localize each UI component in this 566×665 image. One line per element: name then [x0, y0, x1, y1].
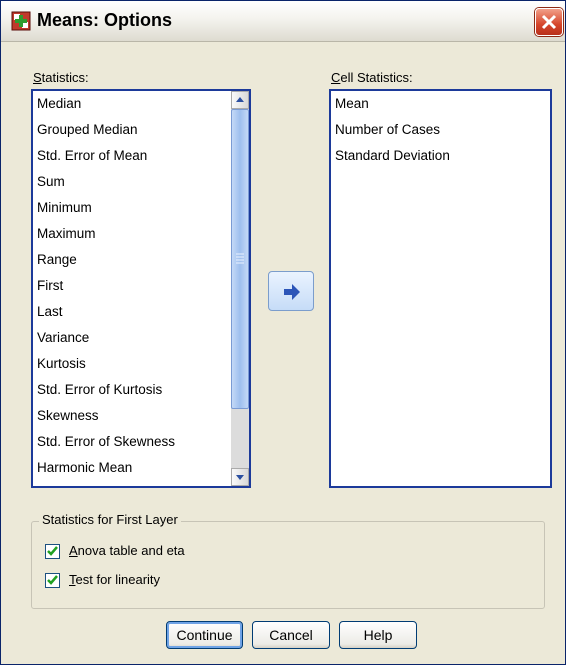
statistics-item[interactable]: Harmonic Mean — [33, 455, 249, 481]
cell-statistics-item[interactable]: Standard Deviation — [331, 143, 550, 169]
anova-checkbox[interactable] — [45, 544, 60, 559]
statistics-items: Median Grouped Median Std. Error of Mean Su… — [33, 91, 249, 481]
arrow-right-icon — [284, 284, 300, 300]
statistics-label-rest: tatistics: — [41, 70, 89, 85]
anova-label[interactable]: Anova table and eta — [69, 543, 185, 558]
arrow-down-icon — [236, 475, 244, 480]
scroll-thumb[interactable] — [231, 109, 249, 409]
statistics-label: Statistics: — [33, 70, 89, 85]
help-button[interactable]: Help — [339, 621, 417, 649]
statistics-list[interactable]: Median Grouped Median Std. Error of Mean Su… — [31, 89, 251, 488]
cell-statistics-item[interactable]: Number of Cases — [331, 117, 550, 143]
statistics-scrollbar[interactable] — [231, 91, 249, 486]
cell-statistics-items: Mean Number of Cases Standard Deviation — [331, 91, 550, 169]
statistics-item[interactable]: Last — [33, 299, 249, 325]
statistics-item[interactable]: Sum — [33, 169, 249, 195]
first-layer-group — [31, 521, 545, 609]
means-options-dialog: Means: Options Statistics: Median Grouped… — [0, 0, 566, 665]
statistics-item[interactable]: Std. Error of Mean — [33, 143, 249, 169]
statistics-item[interactable]: Variance — [33, 325, 249, 351]
continue-button[interactable]: Continue — [166, 621, 243, 649]
statistics-item[interactable]: Kurtosis — [33, 351, 249, 377]
checkmark-icon — [47, 575, 58, 585]
cell-statistics-item[interactable]: Mean — [331, 91, 550, 117]
statistics-item[interactable]: Skewness — [33, 403, 249, 429]
statistics-item[interactable]: Range — [33, 247, 249, 273]
linearity-label-rest: est for linearity — [75, 572, 161, 587]
cell-statistics-list[interactable]: Mean Number of Cases Standard Deviation — [329, 89, 552, 488]
statistics-item[interactable]: Std. Error of Kurtosis — [33, 377, 249, 403]
statistics-item[interactable]: Grouped Median — [33, 117, 249, 143]
scroll-down-button[interactable] — [231, 468, 249, 486]
statistics-item[interactable]: Minimum — [33, 195, 249, 221]
move-to-cell-statistics-button[interactable] — [268, 271, 314, 311]
linearity-checkbox[interactable] — [45, 573, 60, 588]
statistics-item[interactable]: Maximum — [33, 221, 249, 247]
statistics-item[interactable]: Std. Error of Skewness — [33, 429, 249, 455]
cell-statistics-label-rest: ell Statistics: — [340, 70, 413, 85]
linearity-label[interactable]: Test for linearity — [69, 572, 160, 587]
app-icon — [11, 11, 31, 31]
statistics-item[interactable]: First — [33, 273, 249, 299]
grip-icon — [236, 253, 244, 264]
scroll-up-button[interactable] — [231, 91, 249, 109]
window-title: Means: Options — [37, 10, 173, 30]
first-layer-title: Statistics for First Layer — [39, 512, 181, 527]
cell-statistics-label: Cell Statistics: — [331, 70, 413, 85]
checkmark-icon — [47, 546, 58, 556]
close-button[interactable] — [535, 8, 563, 36]
arrow-up-icon — [236, 97, 244, 102]
anova-label-rest: nova table and eta — [77, 543, 185, 558]
close-icon — [541, 14, 557, 30]
statistics-item[interactable]: Median — [33, 91, 249, 117]
cancel-button[interactable]: Cancel — [252, 621, 330, 649]
title-bar[interactable]: Means: Options — [1, 1, 565, 42]
